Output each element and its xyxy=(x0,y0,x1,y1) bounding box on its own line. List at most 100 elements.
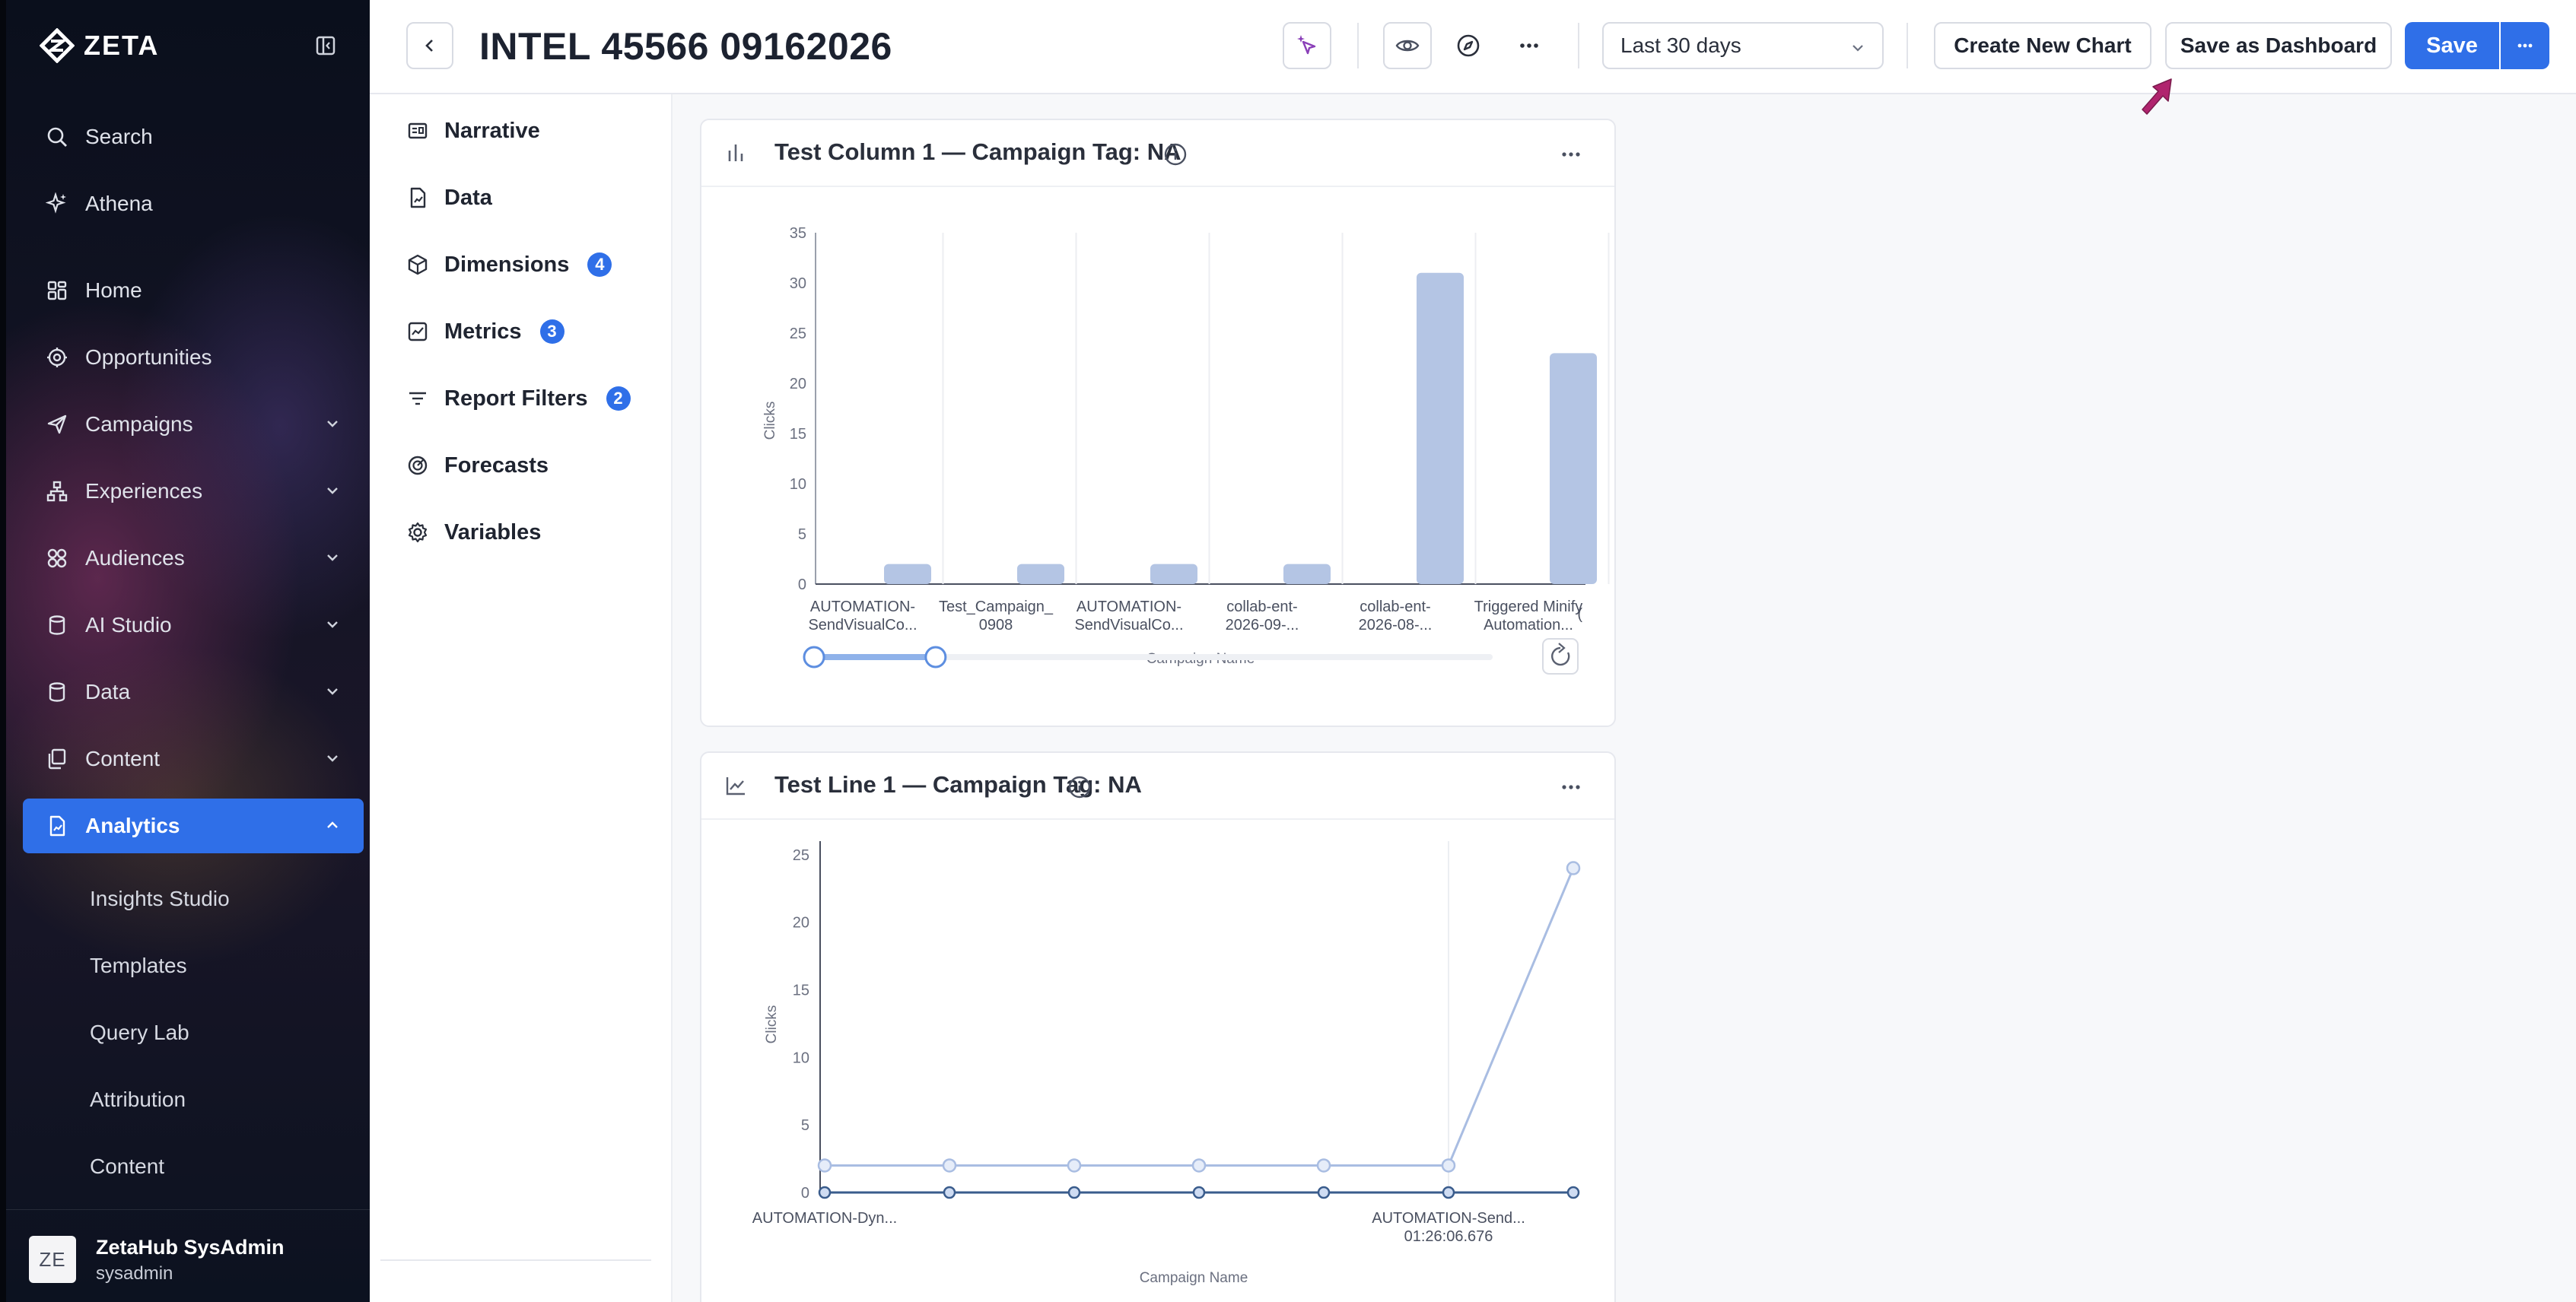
y-tick-label: 20 xyxy=(793,915,809,932)
sidebar-item-search[interactable]: Search xyxy=(23,110,364,164)
sidebar-item-experiences[interactable]: Experiences xyxy=(23,464,364,519)
y-tick-label: 20 xyxy=(790,376,806,392)
y-tick-label: 10 xyxy=(793,1050,809,1066)
sidebar-item-data[interactable]: Data xyxy=(23,665,364,719)
sidebar-subitem-content[interactable]: Content xyxy=(90,1144,164,1189)
chevron-down-icon xyxy=(327,554,338,561)
series-line xyxy=(825,867,1575,1167)
sidebar-item-home[interactable]: Home xyxy=(23,263,364,318)
x-tick-label: AUTOMATION-Dyn... xyxy=(752,1210,897,1227)
x-tick-label: AUTOMATION-Send... xyxy=(1372,1210,1525,1227)
sidebar-subitem-insights-studio[interactable]: Insights Studio xyxy=(90,876,230,922)
bar xyxy=(1017,564,1064,584)
send-icon xyxy=(46,413,68,436)
chevron-down-icon xyxy=(327,421,338,427)
ai-assist-button[interactable] xyxy=(1283,22,1331,69)
user-profile[interactable]: ZE ZetaHub SysAdmin sysadmin xyxy=(6,1209,370,1302)
sidebar-item-content[interactable]: Content xyxy=(23,732,364,786)
date-range-select[interactable]: Last 30 days xyxy=(1602,22,1884,69)
save-button[interactable]: Save xyxy=(2405,22,2499,69)
info-icon[interactable] xyxy=(1162,141,1188,167)
y-tick-label: 25 xyxy=(793,847,809,864)
x-tick-label: 2026-09-... xyxy=(1226,617,1299,634)
x-tick-label: Triggered Minify xyxy=(1474,599,1583,615)
config-item-label: Metrics xyxy=(444,319,522,344)
sidebar-subitem-attribution[interactable]: Attribution xyxy=(90,1077,186,1123)
narrative-icon xyxy=(406,119,429,142)
sidebar-item-label: Content xyxy=(85,747,161,770)
sidebar-item-label: Opportunities xyxy=(85,345,212,369)
sidebar-item-campaigns[interactable]: Campaigns xyxy=(23,397,364,452)
zeta-logo[interactable]: ZETA xyxy=(40,27,159,64)
chart-card-header: Test Line 1 — Campaign Tag: NA xyxy=(701,753,1614,820)
config-item-dimensions[interactable]: Dimensions 4 xyxy=(406,242,612,287)
pointer-arrow-icon xyxy=(2142,78,2172,115)
sidebar-item-analytics[interactable]: Analytics xyxy=(23,799,364,853)
sidebar-subitem-templates[interactable]: Templates xyxy=(90,943,187,989)
home-icon xyxy=(46,279,68,302)
x-tick-label: AUTOMATION- xyxy=(1077,599,1181,615)
sidebar-item-audiences[interactable]: Audiences xyxy=(23,531,364,586)
chart-card-column: Test Column 1 — Campaign Tag: NA 0 5 10 15 2… xyxy=(700,119,1616,727)
zeta-logo-icon xyxy=(40,28,75,63)
database-icon xyxy=(46,614,68,637)
y-tick-label: 5 xyxy=(801,1117,809,1134)
x-tick-label: SendVisualCo... xyxy=(808,617,917,634)
config-item-data[interactable]: Data xyxy=(406,175,492,221)
explore-button[interactable] xyxy=(1444,22,1493,69)
config-item-variables[interactable]: Variables xyxy=(406,510,541,555)
x-tick-label: 01:26:06.676 xyxy=(1404,1228,1493,1245)
preview-button[interactable] xyxy=(1383,22,1432,69)
sidebar-item-label: AI Studio xyxy=(85,613,172,637)
back-button[interactable] xyxy=(406,22,453,69)
sparkle-icon xyxy=(46,192,68,215)
create-new-chart-button[interactable]: Create New Chart xyxy=(1934,22,2151,69)
search-icon xyxy=(46,125,68,148)
metric-icon xyxy=(406,320,429,343)
ai-cursor-icon xyxy=(1297,35,1316,55)
sidebar-item-opportunities[interactable]: Opportunities xyxy=(23,330,364,385)
chart-title: Test Column 1 — Campaign Tag: NA xyxy=(774,138,1181,165)
sidebar-item-label: Home xyxy=(85,278,142,302)
data-point xyxy=(943,1186,956,1199)
eye-icon xyxy=(1395,40,1420,52)
x-tick-label: Automation... xyxy=(1484,617,1573,634)
chart-more-icon[interactable] xyxy=(1558,774,1584,800)
x-tick-label: Test_Campaign_ xyxy=(939,599,1054,615)
sidebar-item-label: Data xyxy=(85,680,131,703)
more-options-button[interactable] xyxy=(1505,22,1554,69)
x-tick-label: collab-ent- xyxy=(1226,599,1297,615)
collapse-sidebar-button[interactable] xyxy=(312,32,339,59)
chevron-down-icon xyxy=(327,688,338,695)
chart-more-icon[interactable] xyxy=(1558,141,1584,167)
more-horizontal-icon xyxy=(1520,43,1538,48)
x-tick-label: 0908 xyxy=(979,617,1013,634)
sidebar-item-athena[interactable]: Athena xyxy=(23,176,364,231)
save-options-button[interactable] xyxy=(2501,22,2549,69)
audience-icon xyxy=(46,547,68,570)
zoom-slider-handle[interactable] xyxy=(924,646,947,668)
y-tick-label: 35 xyxy=(790,225,806,242)
info-icon[interactable] xyxy=(1067,774,1092,800)
header-divider xyxy=(1357,23,1359,68)
config-item-forecasts[interactable]: Forecasts xyxy=(406,443,549,488)
zoom-slider-handle[interactable] xyxy=(803,646,825,668)
bar xyxy=(884,564,931,584)
sidebar-toggle-icon xyxy=(316,36,336,56)
data-point xyxy=(1566,861,1581,875)
config-item-report-filters[interactable]: Report Filters 2 xyxy=(406,376,631,421)
sidebar-item-label: Analytics xyxy=(85,814,180,837)
sidebar-subitem-query-lab[interactable]: Query Lab xyxy=(90,1010,189,1056)
date-range-value: Last 30 days xyxy=(1620,33,1741,57)
cube-icon xyxy=(406,253,429,276)
save-as-dashboard-button[interactable]: Save as Dashboard xyxy=(2165,22,2392,69)
sidebar-item-label: Experiences xyxy=(85,479,203,503)
flow-icon xyxy=(46,480,68,503)
config-item-narrative[interactable]: Narrative xyxy=(406,108,540,154)
config-item-metrics[interactable]: Metrics 3 xyxy=(406,309,564,354)
data-point xyxy=(1067,1186,1081,1199)
x-tick-label: collab-ent- xyxy=(1360,599,1430,615)
x-tick-label: 2026-08-... xyxy=(1359,617,1433,634)
data-point xyxy=(1067,1158,1082,1173)
sidebar-item-ai-studio[interactable]: AI Studio xyxy=(23,598,364,653)
